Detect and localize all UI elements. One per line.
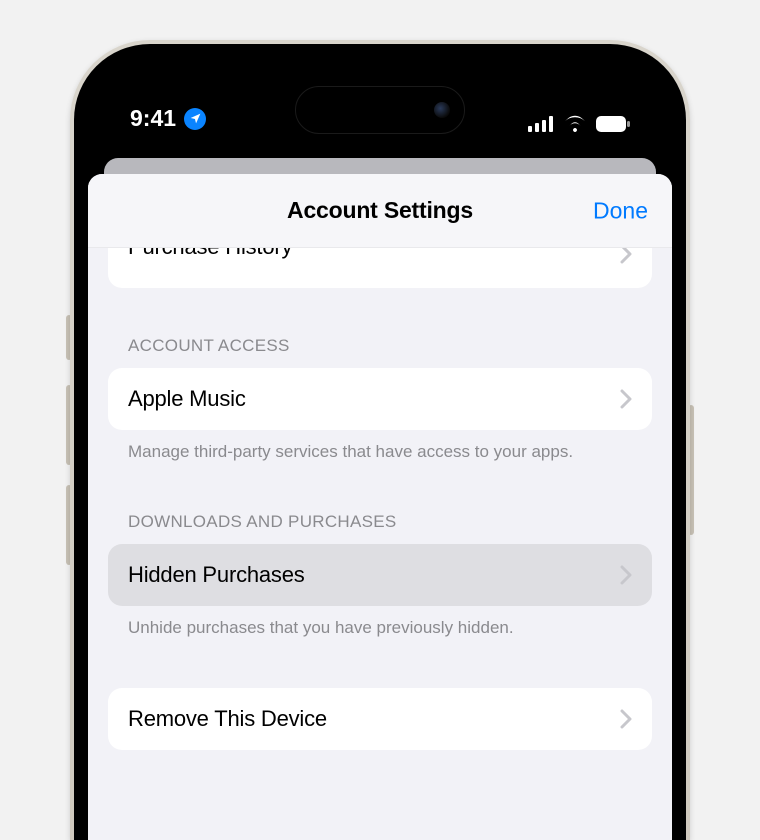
row-label: Remove This Device <box>128 706 327 732</box>
wifi-icon <box>563 115 587 132</box>
section-header: DOWNLOADS AND PURCHASES <box>108 512 652 532</box>
cellular-icon <box>528 116 554 132</box>
section-header: ACCOUNT ACCESS <box>108 336 652 356</box>
chevron-right-icon <box>620 248 632 264</box>
battery-icon <box>596 116 630 132</box>
sheet-header: Account Settings Done <box>88 174 672 248</box>
remove-device-row[interactable]: Remove This Device <box>108 688 652 750</box>
done-button[interactable]: Done <box>593 197 648 224</box>
status-right <box>528 115 630 132</box>
location-icon <box>184 108 206 130</box>
apple-music-row[interactable]: Apple Music <box>108 368 652 430</box>
modal-stack: Account Settings Done Purchase History A… <box>88 158 672 840</box>
section-footer: Manage third-party services that have ac… <box>108 430 652 464</box>
purchase-history-row[interactable]: Purchase History <box>108 248 652 288</box>
account-settings-sheet: Account Settings Done Purchase History A… <box>88 174 672 840</box>
camera-icon <box>434 102 450 118</box>
status-bar: 9:41 <box>88 58 672 158</box>
row-label: Hidden Purchases <box>128 562 305 588</box>
iphone-device-frame: 9:41 Account Setti <box>70 40 690 840</box>
status-left: 9:41 <box>130 105 206 132</box>
row-label: Purchase History <box>128 248 292 260</box>
account-access-section: ACCOUNT ACCESS Apple Music Manage third-… <box>108 336 652 464</box>
chevron-right-icon <box>620 389 632 409</box>
dynamic-island <box>295 86 465 134</box>
section-footer: Unhide purchases that you have previousl… <box>108 606 652 640</box>
hidden-purchases-row[interactable]: Hidden Purchases <box>108 544 652 606</box>
chevron-right-icon <box>620 565 632 585</box>
sheet-content[interactable]: Purchase History ACCOUNT ACCESS Apple Mu… <box>88 248 672 750</box>
sheet-title: Account Settings <box>287 197 473 224</box>
chevron-right-icon <box>620 709 632 729</box>
row-label: Apple Music <box>128 386 246 412</box>
downloads-section: DOWNLOADS AND PURCHASES Hidden Purchases… <box>108 512 652 750</box>
screen: 9:41 Account Setti <box>88 58 672 840</box>
status-time: 9:41 <box>130 105 176 132</box>
